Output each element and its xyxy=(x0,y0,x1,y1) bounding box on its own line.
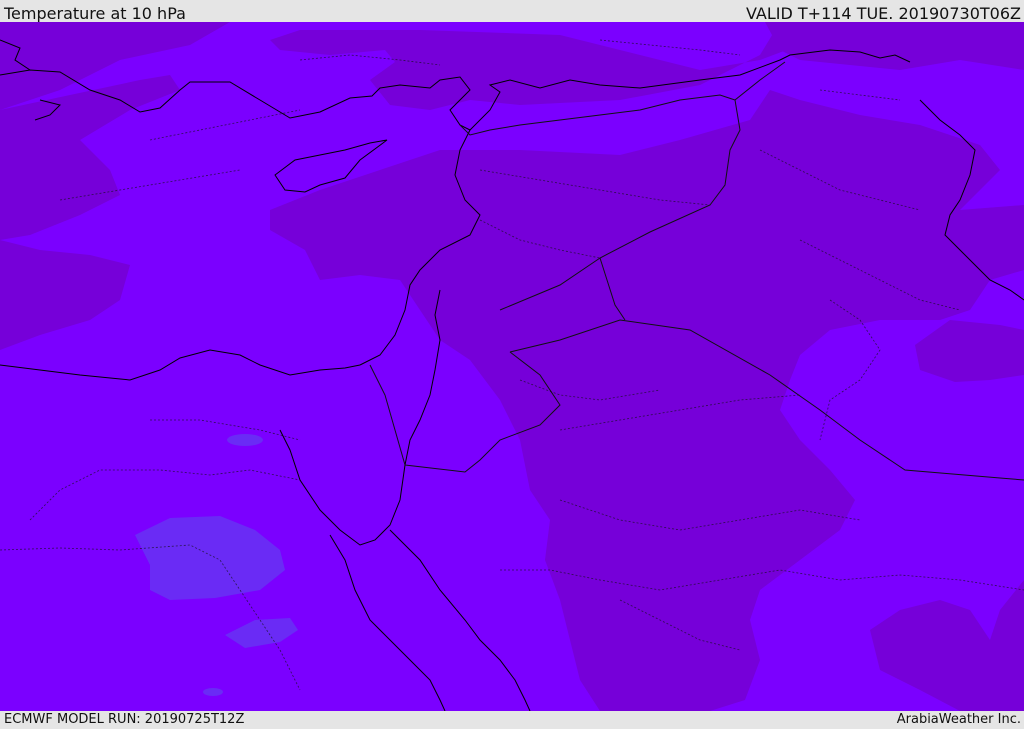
footer-bar: ECMWF MODEL RUN: 20190725T12Z ArabiaWeat… xyxy=(0,711,1024,729)
model-run-label: ECMWF MODEL RUN: 20190725T12Z xyxy=(4,712,245,727)
map-title: Temperature at 10 hPa xyxy=(4,4,186,23)
weather-map xyxy=(0,22,1024,711)
cooler-patch-nile xyxy=(227,434,263,446)
header-bar: Temperature at 10 hPa VALID T+114 TUE. 2… xyxy=(0,0,1024,23)
valid-time-label: VALID T+114 TUE. 20190730T06Z xyxy=(745,4,1021,23)
cooler-patch-dot xyxy=(203,688,223,696)
credit-label: ArabiaWeather Inc. xyxy=(896,712,1021,727)
